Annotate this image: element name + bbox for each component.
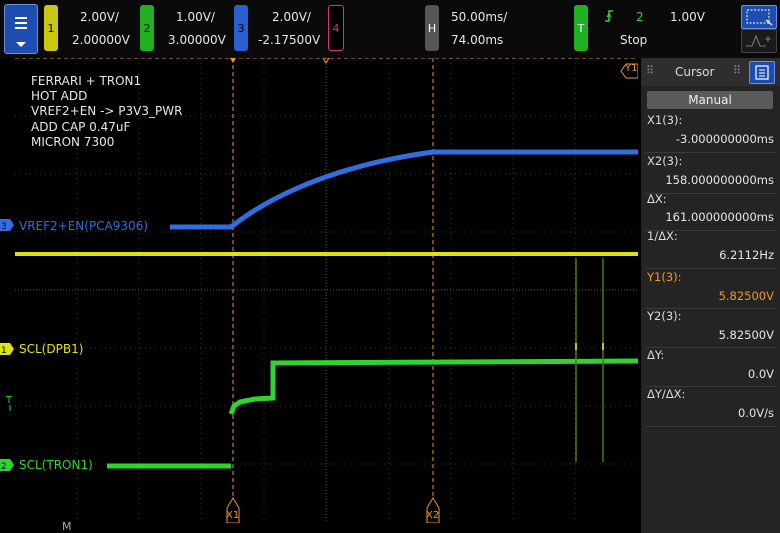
delta-y-label: ΔY:	[647, 348, 665, 362]
toolbar: 1 2.00V/ 2.00000V 2 1.00V/ 3.00000V 3 2.…	[0, 0, 780, 58]
channel-2-label: SCL(TRON1)	[19, 458, 93, 472]
channel-2-trace-upper	[228, 358, 638, 415]
cursor-y1-value: 5.82500V	[718, 289, 774, 303]
cursor-x2-label: X2	[426, 510, 440, 521]
channel-1-control[interactable]: 1 2.00V/ 2.00000V	[44, 5, 136, 51]
cursor-panel: ⠿ Cursor ⠿ Manual X1(3): -3.000000000ms …	[641, 58, 780, 533]
svg-text:1: 1	[1, 346, 7, 356]
cursor-x2-value: 158.000000000ms	[665, 173, 774, 187]
channel-4-control[interactable]: 4	[328, 5, 348, 51]
cursor-y1-row[interactable]: Y1(3): 5.82500V	[641, 269, 780, 309]
delta-y-value: 0.0V	[747, 367, 774, 381]
delta-y-over-delta-x-row: ΔY/ΔX: 0.0V/s	[641, 387, 780, 427]
channel-2-control[interactable]: 2 1.00V/ 3.00000V	[140, 5, 232, 51]
cursor-panel-title: Cursor	[675, 65, 715, 79]
cursor-x1-row[interactable]: X1(3): -3.000000000ms	[641, 112, 780, 152]
rising-edge-icon	[605, 10, 613, 22]
cursor-x2-row[interactable]: X2(3): 158.000000000ms	[641, 153, 780, 193]
cursor-x2-label: X2(3):	[647, 154, 683, 168]
channel-3-offset: -2.17500V	[258, 33, 321, 47]
menu-icon	[755, 65, 769, 80]
trigger-source: 2	[636, 10, 644, 24]
horizontal-control[interactable]: H 50.00ms/ 74.00ms	[425, 5, 545, 51]
menu-button[interactable]	[4, 4, 38, 54]
cursor-y2-label: Y2(3):	[647, 309, 682, 323]
menu-icon	[15, 17, 27, 19]
trigger-badge[interactable]: T	[574, 5, 588, 51]
delta-x-row: ΔX: 161.000000000ms	[641, 191, 780, 231]
channel-4-badge[interactable]: 4	[328, 5, 344, 51]
acquisition-status: Stop	[620, 33, 648, 47]
drag-handle-icon-2[interactable]: ⠿	[733, 64, 741, 77]
cursor-x1-value: -3.000000000ms	[675, 132, 774, 146]
delta-y-over-delta-x-value: 0.0V/s	[737, 406, 774, 420]
horizontal-delay: 74.00ms	[451, 33, 504, 47]
cursor-mode-button[interactable]: Manual	[647, 91, 773, 109]
delta-y-over-delta-x-label: ΔY/ΔX:	[647, 387, 686, 401]
delta-x-label: ΔX:	[647, 192, 667, 206]
channel-3-control[interactable]: 3 2.00V/ -2.17500V	[234, 5, 326, 51]
svg-text:3: 3	[1, 222, 7, 232]
channel-3-scale: 2.00V/	[272, 10, 311, 24]
channel-3-trace	[170, 149, 638, 230]
inverse-delta-x-value: 6.2112Hz	[719, 248, 774, 262]
channel-2-badge[interactable]: 2	[140, 5, 154, 51]
waveform-icon	[746, 34, 771, 47]
zoom-box-button[interactable]	[741, 5, 777, 29]
svg-text:T: T	[5, 395, 13, 406]
svg-text:2: 2	[1, 462, 7, 472]
channel-3-ground-marker[interactable]: 3	[0, 219, 14, 232]
drag-handle-icon[interactable]: ⠿	[646, 64, 654, 77]
delta-y-row: ΔY: 0.0V	[641, 348, 780, 388]
cursor-x1-label: X1	[226, 510, 240, 521]
cursor-panel-header: ⠿ Cursor ⠿	[641, 58, 780, 86]
zoom-box-icon	[746, 9, 773, 26]
channel-3-badge[interactable]: 3	[234, 5, 248, 51]
panel-menu-button[interactable]	[749, 61, 775, 84]
channel-1-label: SCL(DPB1)	[19, 342, 84, 356]
channel-1-badge[interactable]: 1	[44, 5, 58, 51]
inverse-delta-x-label: 1/ΔX:	[647, 229, 678, 243]
trigger-level-marker[interactable]: T	[5, 395, 13, 411]
cursor-y2-row[interactable]: Y2(3): 5.82500V	[641, 308, 780, 348]
annotation-line-2: HOT ADD	[31, 89, 88, 103]
trigger-control[interactable]: T 2 1.00V Stop	[574, 5, 724, 51]
delta-x-value: 161.000000000ms	[665, 210, 774, 224]
inverse-delta-x-row: 1/ΔX: 6.2112Hz	[641, 228, 780, 268]
cursor-y2-value: 5.82500V	[718, 328, 774, 342]
horizontal-scale: 50.00ms/	[451, 10, 508, 24]
trigger-position-marker	[230, 58, 236, 63]
cursor-y1-label: Y1	[625, 63, 638, 74]
bottom-glyph: M	[62, 520, 72, 533]
annotation-line-3: VREF2+EN -> P3V3_PWR	[31, 104, 183, 118]
horizontal-badge[interactable]: H	[425, 5, 439, 51]
annotation-line-5: MICRON 7300	[31, 135, 115, 149]
bottom-strip: M	[0, 520, 641, 533]
annotation-line-4: ADD CAP 0.47uF	[31, 120, 131, 134]
chevron-down-icon	[16, 42, 26, 47]
annotation-line-1: FERRARI + TRON1	[31, 74, 142, 88]
channel-1-ground-marker[interactable]: 1	[0, 343, 14, 356]
trigger-level: 1.00V	[670, 10, 705, 24]
channel-1-scale: 2.00V/	[80, 10, 119, 24]
channel-2-scale: 1.00V/	[176, 10, 215, 24]
channel-2-offset: 3.00000V	[168, 33, 226, 47]
cursor-y1-label: Y1(3):	[647, 270, 682, 284]
channel-1-offset: 2.00000V	[72, 33, 130, 47]
cursor-x1-label: X1(3):	[647, 113, 683, 127]
waveform-display[interactable]: FERRARI + TRON1 HOT ADD VREF2+EN -> P3V3…	[15, 58, 638, 523]
channel-3-label: VREF2+EN(PCA9306)	[19, 219, 149, 233]
waveform-search-button[interactable]	[741, 29, 777, 53]
channel-markers: 3 1 T 2	[0, 219, 14, 472]
channel-2-ground-marker[interactable]: 2	[0, 459, 14, 472]
